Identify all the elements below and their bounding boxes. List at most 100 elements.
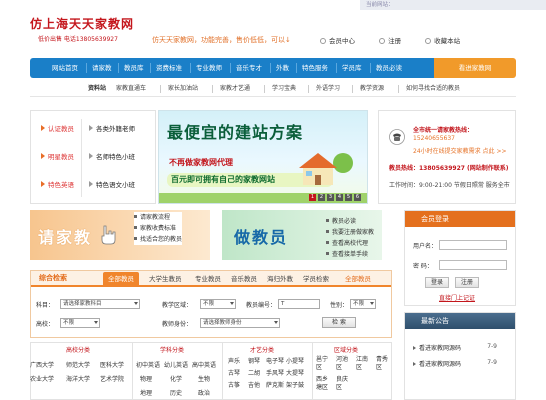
- subject-link[interactable]: 高中英语: [192, 360, 216, 369]
- area-link[interactable]: 邕宁区: [316, 356, 332, 372]
- nav-item-pro-teachers[interactable]: 专业教师: [196, 58, 222, 78]
- register-link[interactable]: 注册: [379, 37, 401, 45]
- register-tutor-link[interactable]: 我要注册做家教: [326, 227, 374, 238]
- school-link[interactable]: 海洋大学: [66, 374, 90, 383]
- username-input[interactable]: [439, 240, 507, 250]
- tab-overseas[interactable]: 海归外教: [267, 272, 293, 286]
- school-link[interactable]: 医科大学: [100, 360, 124, 369]
- promo-banner[interactable]: 最便宜的建站方案 不再做家教网代理 百元即可拥有自己的家教网站 123456: [158, 110, 368, 204]
- area-select[interactable]: 不限: [200, 299, 236, 309]
- talent-link[interactable]: 大提琴: [286, 368, 304, 377]
- area-link[interactable]: 河池区: [336, 356, 352, 372]
- talent-link[interactable]: 声乐: [228, 356, 240, 365]
- tutor-must-read-link[interactable]: 教员必读: [326, 216, 374, 227]
- star-tutors-link[interactable]: 明星教员: [41, 147, 74, 167]
- subnav-item[interactable]: 外语学习: [316, 81, 340, 97]
- tab-pro-tutors[interactable]: 专业教员: [195, 272, 221, 286]
- subject-link[interactable]: 物理: [140, 374, 152, 383]
- notice-item[interactable]: 看进家教网源码: [413, 343, 461, 352]
- tab-music-tutors[interactable]: 音乐教员: [231, 272, 257, 286]
- banner-page-button[interactable]: 1: [309, 194, 316, 201]
- subject-link[interactable]: 地理: [140, 388, 152, 397]
- banner-page-button[interactable]: 3: [327, 194, 334, 201]
- area-link[interactable]: 良庆区: [336, 376, 352, 392]
- banner-page-button[interactable]: 6: [354, 194, 361, 201]
- site-logo[interactable]: 仿上海天天家教网: [30, 15, 134, 32]
- talent-link[interactable]: 古筝: [228, 380, 240, 389]
- tab-students[interactable]: 学员检索: [303, 272, 329, 286]
- school-select[interactable]: 不限: [60, 318, 100, 328]
- nav-item-foreign[interactable]: 外教: [276, 58, 289, 78]
- tutor-id-input[interactable]: T: [278, 299, 320, 309]
- banner-page-button[interactable]: 2: [318, 194, 325, 201]
- talent-link[interactable]: 吉他: [248, 380, 260, 389]
- subject-link[interactable]: 化学: [170, 374, 182, 383]
- banner-page-button[interactable]: 4: [336, 194, 343, 201]
- order-process-link[interactable]: 查看接单手续: [326, 249, 374, 260]
- request-tutor-block[interactable]: 请家教: [30, 210, 210, 260]
- tab-all-tutors[interactable]: 全部教员: [103, 272, 139, 286]
- nav-item-must-read[interactable]: 教员必读: [376, 58, 402, 78]
- banner-page-button[interactable]: 5: [345, 194, 352, 201]
- subject-link[interactable]: 初中英语: [136, 360, 160, 369]
- talent-link[interactable]: 萨克斯: [266, 380, 284, 389]
- nav-item-home[interactable]: 网站首页: [52, 58, 78, 78]
- password-input[interactable]: [439, 260, 507, 270]
- area-link[interactable]: 西乡塘区: [316, 376, 332, 392]
- talent-link[interactable]: 小提琴: [286, 356, 304, 365]
- subnav-item[interactable]: 家教直通车: [116, 81, 146, 97]
- subject-link[interactable]: 政治: [198, 388, 210, 397]
- register-button[interactable]: 注册: [455, 277, 479, 288]
- special-chinese-link[interactable]: 特色语文小班: [89, 175, 135, 195]
- certified-tutors-link[interactable]: 认证教员: [41, 119, 74, 139]
- nav-item-fees[interactable]: 资费标准: [156, 58, 182, 78]
- agents-link[interactable]: 查看高校代理: [326, 238, 374, 249]
- foreign-teachers-link[interactable]: 各类外籍老师: [89, 119, 135, 139]
- subnav-item[interactable]: 如何寻找合适的教员: [406, 81, 460, 97]
- nav-orange-button[interactable]: 看进家教网: [434, 58, 516, 78]
- nav-item-request-tutor[interactable]: 请家教: [92, 58, 112, 78]
- subject-select[interactable]: 请选择家教科目: [60, 299, 140, 309]
- submit-request-link[interactable]: 24小时在线提交家教需求 点此 >>: [413, 146, 507, 155]
- subnav-item[interactable]: 教学资源: [360, 81, 384, 97]
- login-button[interactable]: 登录: [425, 277, 449, 288]
- subject-link[interactable]: 生物: [198, 374, 210, 383]
- subnav-item[interactable]: 家长加油站: [168, 81, 198, 97]
- tab-all-tutors-2[interactable]: 全部教员: [345, 272, 371, 286]
- request-process-link[interactable]: 请家教流程: [134, 212, 182, 223]
- subnav-item[interactable]: 学习宝典: [272, 81, 296, 97]
- notice-item[interactable]: 看进家教网源码: [413, 359, 461, 368]
- subject-link[interactable]: 历史: [170, 388, 182, 397]
- famous-class-link[interactable]: 名师特色小班: [89, 147, 135, 167]
- forgot-link[interactable]: 直接门上记证: [439, 293, 475, 302]
- find-tutor-link[interactable]: 找适合您的教员: [134, 234, 182, 245]
- talent-link[interactable]: 架子鼓: [286, 380, 304, 389]
- talent-link[interactable]: 二胡: [248, 368, 260, 377]
- nav-item-students[interactable]: 学员库: [342, 58, 362, 78]
- member-center-link[interactable]: 会员中心: [320, 37, 355, 45]
- subnav-item[interactable]: 家教才艺通: [220, 81, 250, 97]
- school-link[interactable]: 艺术学院: [100, 374, 124, 383]
- nav-item-special[interactable]: 特色服务: [302, 58, 328, 78]
- talent-link[interactable]: 电子琴: [266, 356, 284, 365]
- talent-link[interactable]: 古琴: [228, 368, 240, 377]
- nav-item-tutors[interactable]: 教员库: [124, 58, 144, 78]
- tab-college-tutors[interactable]: 大学生教员: [149, 272, 182, 286]
- bullet-icon: [134, 237, 137, 240]
- search-button[interactable]: 检 索: [322, 317, 356, 328]
- area-link[interactable]: 江南区: [356, 356, 372, 372]
- school-link[interactable]: 广西大学: [30, 360, 54, 369]
- school-link[interactable]: 农业大学: [30, 374, 54, 383]
- bookmark-link[interactable]: 收藏本站: [425, 37, 460, 45]
- talent-link[interactable]: 手风琴: [266, 368, 284, 377]
- tutor-id-label: 教员编号：: [246, 302, 277, 309]
- nav-item-music[interactable]: 音乐专才: [236, 58, 262, 78]
- special-english-link[interactable]: 特色英语: [41, 175, 74, 195]
- school-link[interactable]: 师范大学: [66, 360, 90, 369]
- gender-select[interactable]: 不限: [350, 299, 376, 309]
- area-link[interactable]: 青秀区: [376, 356, 390, 372]
- fees-link[interactable]: 家教收费标准: [134, 223, 182, 234]
- identity-select[interactable]: 请选择教师身份: [200, 318, 280, 328]
- subject-link[interactable]: 幼儿英语: [164, 360, 188, 369]
- talent-link[interactable]: 钢琴: [248, 356, 260, 365]
